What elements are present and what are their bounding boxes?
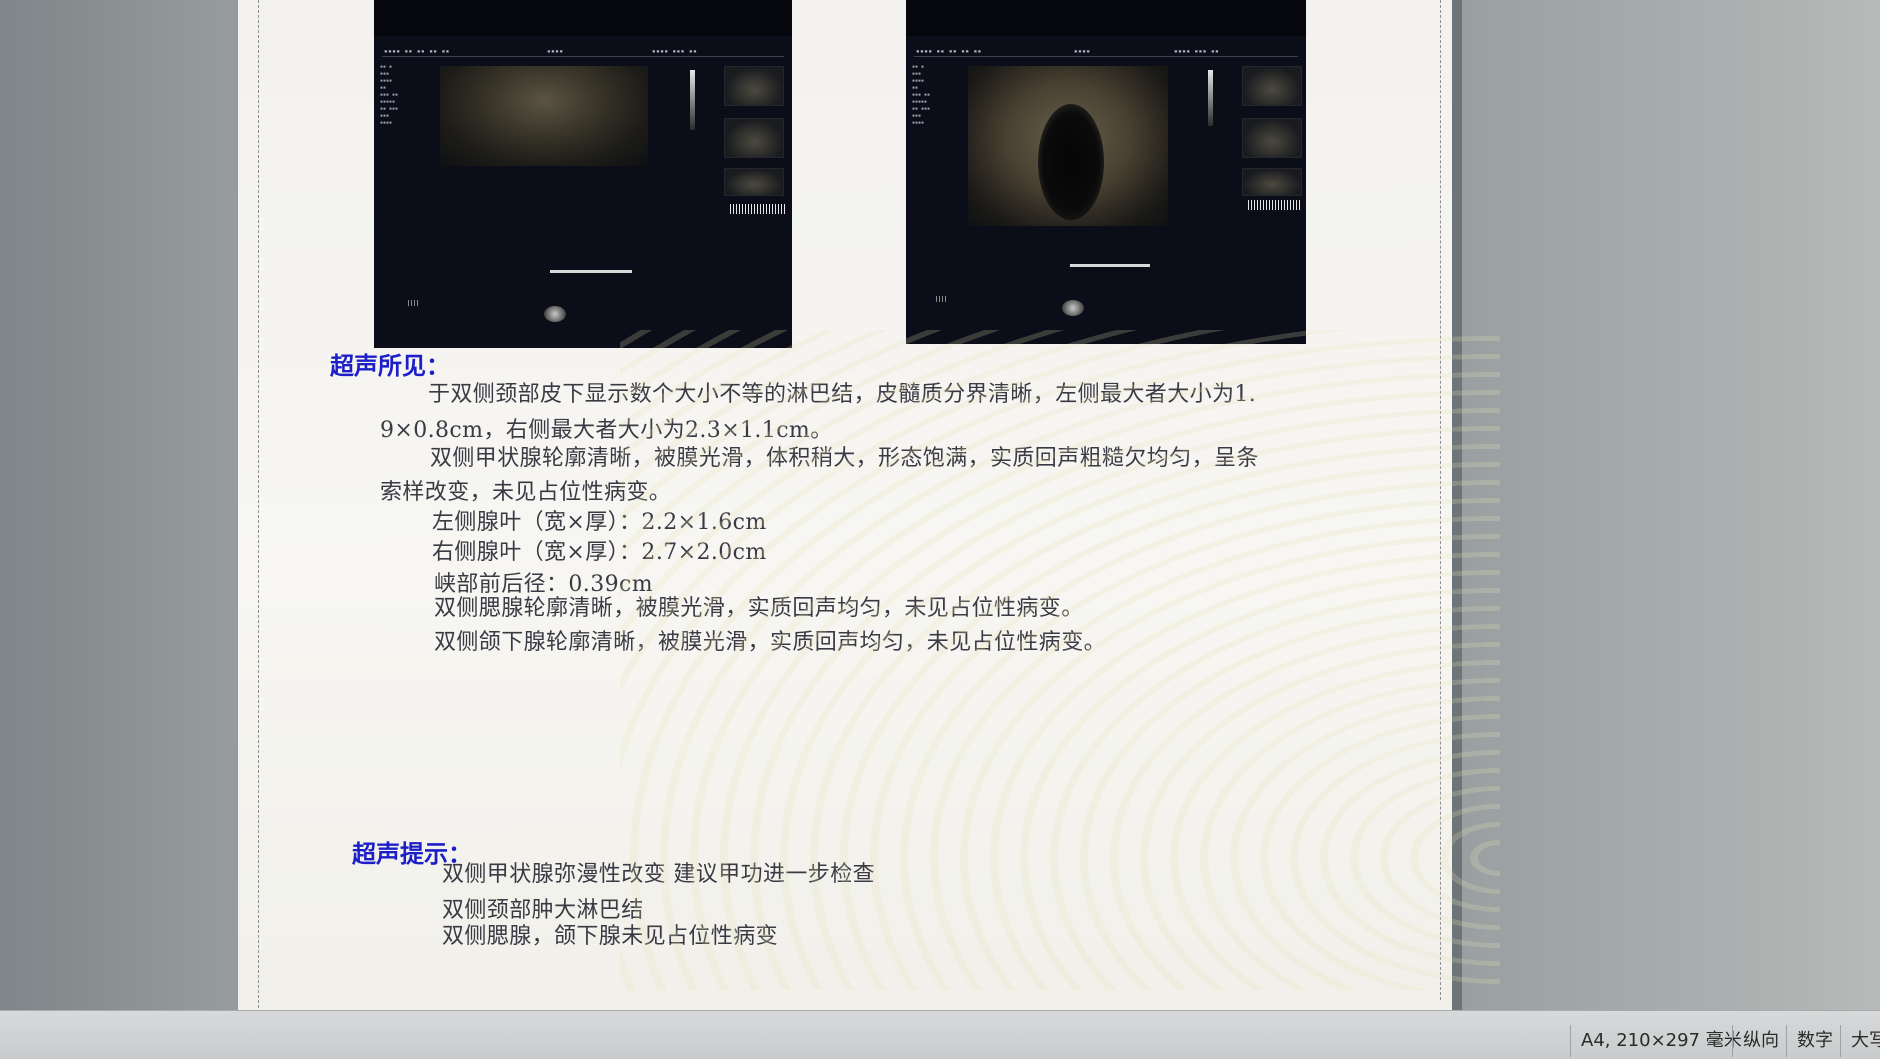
- numlock-indicator: 数字: [1786, 1025, 1843, 1057]
- ultrasound-marks: [408, 300, 418, 306]
- ultrasound-thumbnail: [724, 168, 784, 196]
- ultrasound-marks: [936, 296, 946, 302]
- capslock-indicator: 大写: [1840, 1025, 1880, 1057]
- ultrasound-header: ▪▪▪▪ ▪▪ ▪▪ ▪▪ ▪▪ ▪▪▪▪ ▪▪▪▪ ▪▪▪ ▪▪: [382, 48, 784, 57]
- ultrasound-thumbnail: [724, 66, 784, 106]
- waveform-strip: [730, 204, 786, 214]
- grayscale-bar: [1208, 70, 1213, 126]
- ultrasound-parameters: ▪▪ ▪ ▪▪▪ ▪▪▪▪ ▪▪ ▪▪▪ ▪▪ ▪▪▪▪▪ ▪▪ ▪▪▪ ▪▪▪ ▪▪▪▪: [380, 64, 399, 126]
- ultrasound-thumbnail: [1242, 168, 1302, 196]
- workspace-background: [1462, 0, 1880, 1058]
- left-margin-guide: [258, 0, 259, 1058]
- status-bar: A4, 210×297 毫米 纵向 数字 大写: [0, 1010, 1880, 1059]
- ultrasound-thumbnail: [1242, 118, 1302, 158]
- ultrasound-top-bar: [906, 0, 1306, 36]
- ultrasound-parameters: ▪▪ ▪ ▪▪▪ ▪▪▪▪ ▪▪ ▪▪▪ ▪▪ ▪▪▪▪▪ ▪▪ ▪▪▪ ▪▪▪ ▪▪▪▪: [912, 64, 931, 126]
- grayscale-bar: [690, 70, 695, 130]
- ultrasound-top-bar: [374, 0, 792, 36]
- impression-line: 双侧腮腺，颌下腺未见占位性病变: [442, 924, 779, 949]
- findings-line: 双侧颌下腺轮廓清晰，被膜光滑，实质回声均匀，未见占位性病变。: [434, 630, 1107, 655]
- probe-marker-icon: [1062, 300, 1084, 316]
- findings-line: 于双侧颈部皮下显示数个大小不等的淋巴结，皮髓质分界清晰，左侧最大者大小为1.: [428, 382, 1257, 407]
- scale-ruler: [550, 270, 632, 273]
- findings-line: 索样改变，未见占位性病变。: [380, 480, 672, 505]
- findings-line: 左侧腺叶（宽×厚）：2.2×1.6cm: [432, 510, 767, 535]
- ultrasound-header: ▪▪▪▪ ▪▪ ▪▪ ▪▪ ▪▪ ▪▪▪▪ ▪▪▪▪ ▪▪▪ ▪▪: [914, 48, 1298, 57]
- paper-size-indicator[interactable]: A4, 210×297 毫米: [1570, 1025, 1752, 1057]
- ultrasound-image-right: ▪▪▪▪ ▪▪ ▪▪ ▪▪ ▪▪ ▪▪▪▪ ▪▪▪▪ ▪▪▪ ▪▪ ▪▪ ▪ ▪▪…: [906, 0, 1306, 344]
- ultrasound-image-left: ▪▪▪▪ ▪▪ ▪▪ ▪▪ ▪▪ ▪▪▪▪ ▪▪▪▪ ▪▪▪ ▪▪ ▪▪ ▪ ▪▪…: [374, 0, 792, 348]
- ultrasound-thumbnail: [1242, 66, 1302, 106]
- impression-line: 双侧甲状腺弥漫性改变 建议甲功进一步检查: [442, 862, 875, 887]
- ultrasound-dark-region: [1038, 104, 1104, 220]
- findings-line: 右侧腺叶（宽×厚）：2.7×2.0cm: [432, 540, 767, 565]
- scale-ruler: [1070, 264, 1150, 267]
- findings-line: 双侧甲状腺轮廓清晰，被膜光滑，体积稍大，形态饱满，实质回声粗糙欠均匀，呈条: [430, 446, 1259, 471]
- orientation-indicator[interactable]: 纵向: [1732, 1025, 1789, 1057]
- probe-marker-icon: [544, 306, 566, 322]
- ultrasound-thumbnail: [724, 118, 784, 158]
- findings-line: 双侧腮腺轮廓清晰，被膜光滑，实质回声均匀，未见占位性病变。: [434, 596, 1084, 621]
- right-margin-guide: [1440, 0, 1441, 1000]
- ultrasound-scan-area: [440, 66, 648, 166]
- page-shadow-edge: [1452, 0, 1462, 1010]
- waveform-strip: [1248, 200, 1300, 210]
